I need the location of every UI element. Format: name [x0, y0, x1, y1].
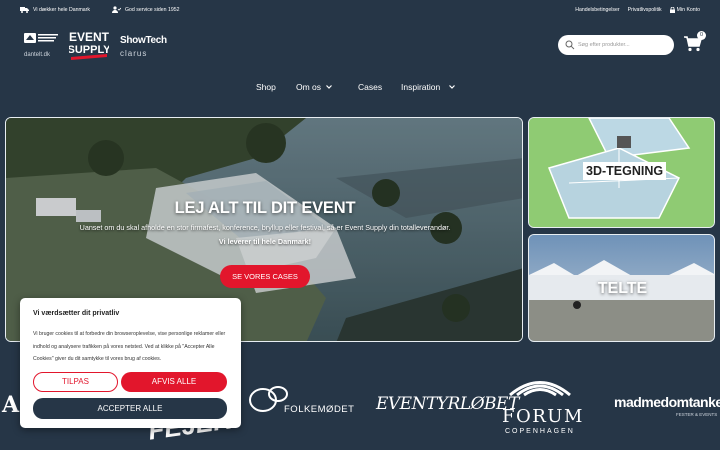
event-supply-logo[interactable]: EVENT SUPPLY [69, 28, 109, 62]
supply-text: SUPPLY [69, 44, 109, 56]
cookie-consent-dialog: Vi værdsætter dit privatliv Vi bruger co… [20, 298, 241, 428]
tile-tents[interactable]: TELTE [528, 234, 715, 342]
nav-cases[interactable]: Cases [358, 82, 382, 92]
truck-icon [20, 6, 29, 13]
client-forum-sub: COPENHAGEN [505, 428, 575, 435]
tile-tents-label: TELTE [597, 280, 648, 297]
user-check-icon [112, 6, 122, 13]
client-forum: FORUM [502, 406, 584, 427]
search-input[interactable] [578, 37, 668, 53]
customize-button[interactable]: TILPAS [33, 372, 118, 392]
search-icon[interactable] [565, 40, 575, 50]
account-label: Min Konto [676, 7, 700, 13]
nav-shop[interactable]: Shop [256, 82, 276, 92]
see-cases-button[interactable]: SE VORES CASES [220, 265, 310, 288]
account-link[interactable]: Min Konto [669, 7, 700, 13]
tile-3d-drawing[interactable]: 3D-TEGNING [528, 117, 715, 228]
nav-cases-label: Cases [358, 82, 383, 92]
event-text: EVENT [69, 30, 109, 44]
client-partial-left: A [2, 392, 20, 418]
cookie-text: Vi bruger cookies til at forbedre din br… [33, 331, 226, 362]
client-folkemodet: FOLKEMØDET [284, 404, 355, 415]
nav-about-label: Om os [296, 82, 322, 92]
top-bar: Vi dækker hele Danmark God service siden… [0, 0, 720, 20]
hero-title: LEJ ALT TIL DIT EVENT [174, 199, 356, 217]
reject-all-button[interactable]: AFVIS ALLE [121, 372, 227, 392]
lock-icon [669, 7, 675, 13]
accept-all-button[interactable]: ACCEPTER ALLE [33, 398, 227, 419]
chevron-down-icon [326, 85, 332, 89]
nav-inspiration-label: Inspiration [401, 82, 441, 92]
dantelt-text: dantelt.dk [24, 52, 51, 58]
client-eventyrlobet: EVENTYRLØBET [376, 394, 519, 414]
main-nav: Shop Om os Cases Inspiration [0, 82, 720, 96]
tile-3d-label: 3D-TEGNING [583, 162, 667, 180]
client-madmedomtanke-sub: FESTER & EVENTS [676, 412, 718, 417]
clarus-logo[interactable]: clarus [120, 49, 147, 58]
brand-logos: dantelt.dk EVENT SUPPLY ShowTech clarus [22, 28, 222, 64]
client-madmedomtanke: madmedomtanke [614, 394, 720, 410]
terms-link[interactable]: Handelsbetingelser [575, 7, 619, 13]
cookie-title: Vi værdsætter dit privatliv [33, 310, 120, 317]
dantelt-logo[interactable] [24, 33, 62, 45]
search-box [558, 35, 674, 55]
forum-arches-icon [509, 381, 571, 397]
shipping-text: Vi dækker hele Danmark [33, 6, 90, 13]
speech-bubble-icon [249, 386, 288, 412]
shipping-info: Vi dækker hele Danmark [20, 6, 90, 13]
cart-count-badge: 0 [697, 31, 706, 40]
nav-inspiration[interactable]: Inspiration [401, 82, 456, 92]
service-text: God service siden 1952 [125, 6, 180, 13]
hero-subtitle: Uanset om du skal afholde en stor firmaf… [79, 223, 451, 232]
privacy-link[interactable]: Privatlivspolitik [628, 7, 662, 13]
showtech-logo[interactable]: ShowTech [120, 35, 167, 46]
service-info: God service siden 1952 [112, 6, 180, 13]
nav-shop-label: Shop [256, 82, 276, 92]
nav-about[interactable]: Om os [296, 82, 332, 92]
chevron-down-icon [449, 85, 456, 89]
hero-subtitle-bold: Vi leverer til hele Danmark! [218, 237, 312, 246]
